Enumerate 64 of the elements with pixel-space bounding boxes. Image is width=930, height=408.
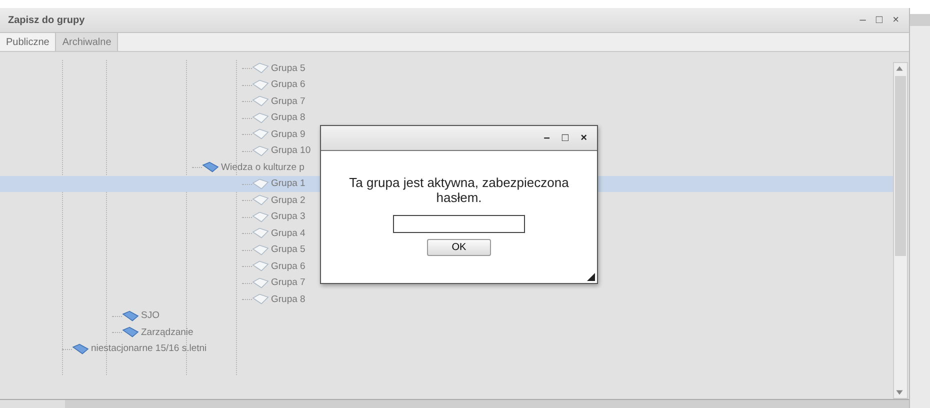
page-icon xyxy=(252,78,269,91)
window-control[interactable]: □ xyxy=(874,14,885,26)
page-icon xyxy=(252,276,269,289)
tree-item-label: Grupa 8 xyxy=(271,294,306,305)
window-control[interactable]: × xyxy=(578,132,589,144)
password-field[interactable] xyxy=(393,215,525,233)
page-icon xyxy=(252,144,269,157)
horizontal-scrollbar[interactable] xyxy=(65,400,909,408)
page-icon xyxy=(252,112,269,124)
scrollbar[interactable] xyxy=(893,62,908,399)
tree-row[interactable]: niestacjonarne 15/16 s.letni xyxy=(0,340,893,357)
tree-row[interactable]: Grupa 8 xyxy=(0,110,893,126)
tree-item-label: SJO xyxy=(141,310,160,322)
resize-grip-icon[interactable] xyxy=(587,273,595,281)
page-icon xyxy=(252,62,269,74)
book-icon xyxy=(122,326,139,338)
tree-row[interactable]: Grupa 7 xyxy=(0,274,893,291)
window-control[interactable]: – xyxy=(542,132,552,144)
book-icon xyxy=(202,161,219,174)
tree-item-label: Grupa 4 xyxy=(271,228,306,239)
tree-item-label: Grupa 7 xyxy=(271,277,306,288)
page-icon xyxy=(252,210,269,223)
page-icon xyxy=(252,128,269,140)
tree-row[interactable]: Wiedza o kulturze p xyxy=(0,159,893,176)
tree-item-label: Grupa 5 xyxy=(271,244,306,256)
tree-item-label: Grupa 1 xyxy=(271,178,306,190)
tree-row[interactable]: Grupa 10 xyxy=(0,142,893,159)
page-icon xyxy=(252,227,269,240)
page-icon xyxy=(252,244,269,256)
tree-item-label: Wiedza o kulturze p xyxy=(221,162,304,173)
tree-row[interactable]: SJO xyxy=(0,308,893,324)
tree-row[interactable]: Grupa 6 xyxy=(0,76,893,93)
book-icon xyxy=(72,342,89,355)
tree-row[interactable]: Grupa 7 xyxy=(0,93,893,110)
page-icon xyxy=(252,95,269,108)
tree-item-label: Grupa 7 xyxy=(271,96,306,107)
tree-item-label: Grupa 5 xyxy=(271,62,306,74)
tree-item-label: Grupa 3 xyxy=(271,211,306,222)
window-control[interactable]: – xyxy=(858,14,868,26)
tree-item-label: Grupa 9 xyxy=(271,128,306,140)
page-icon xyxy=(252,260,269,272)
tree-row[interactable]: Grupa 3 xyxy=(0,208,893,225)
window-control[interactable]: × xyxy=(890,14,901,26)
page-icon xyxy=(252,178,269,190)
window-control[interactable]: □ xyxy=(560,132,571,144)
tree-item-label: Grupa 6 xyxy=(271,79,306,90)
ok-button[interactable]: OK xyxy=(427,239,491,256)
tree-item-label: Zarządzanie xyxy=(141,326,194,338)
tree-row[interactable]: Grupa 5 xyxy=(0,60,893,76)
tree-item-label: Grupa 10 xyxy=(271,145,311,156)
tree-item-label: Grupa 6 xyxy=(271,260,306,272)
tree-row[interactable]: Zarządzanie xyxy=(0,324,893,340)
tree-item-label: Grupa 2 xyxy=(271,194,306,206)
tree-item-label: niestacjonarne 15/16 s.letni xyxy=(91,343,207,354)
page-icon xyxy=(252,293,269,306)
tree-row[interactable]: Grupa 4 xyxy=(0,225,893,242)
tree-row[interactable]: Grupa 8 xyxy=(0,291,893,308)
tab[interactable]: Publiczne xyxy=(0,33,56,51)
page-icon xyxy=(252,194,269,206)
window-title: Zapisz do grupy xyxy=(8,14,86,26)
book-icon xyxy=(122,310,139,322)
tab[interactable]: Archiwalne xyxy=(56,33,118,51)
tree-row[interactable]: Grupa 6 xyxy=(0,258,893,274)
tree-item-label: Grupa 8 xyxy=(271,112,306,124)
